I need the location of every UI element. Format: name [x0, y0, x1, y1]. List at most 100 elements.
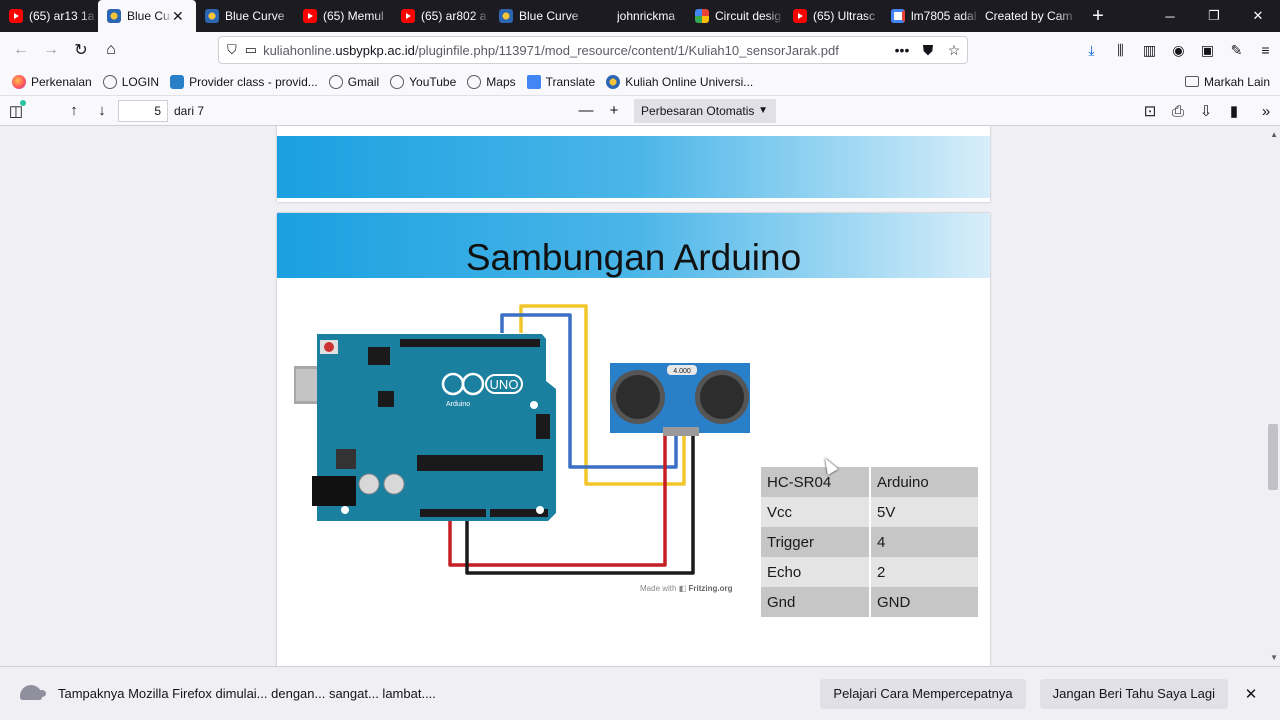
bookmark-item[interactable]: YouTube: [390, 74, 457, 89]
tools-chevron-icon[interactable]: »: [1252, 98, 1280, 124]
bookmark-label: LOGIN: [121, 74, 160, 89]
tab[interactable]: Blue Curve: [490, 0, 588, 32]
table-header-cell: HC-SR04: [761, 467, 871, 497]
bookmark-label: YouTube: [409, 74, 457, 89]
previous-page-icon[interactable]: ↑: [60, 98, 88, 124]
print-icon[interactable]: ⎙: [1164, 98, 1192, 124]
bookmark-icon[interactable]: ▮: [1220, 98, 1248, 124]
scroll-up-icon[interactable]: ▲: [1270, 130, 1278, 139]
tab[interactable]: Created by Cam: [980, 0, 1080, 32]
other-bookmarks[interactable]: Markah Lain: [1184, 74, 1270, 89]
tab[interactable]: (65) ar802 a: [392, 0, 490, 32]
fritzing-credit: Made with ◧ Fritzing.org: [640, 584, 733, 593]
transducer-left: [616, 375, 660, 419]
more-actions-icon[interactable]: •••: [889, 42, 915, 59]
new-tab-button[interactable]: +: [1080, 0, 1116, 32]
tab[interactable]: lm7805 adal: [882, 0, 980, 32]
turtle-icon: [16, 681, 46, 707]
bookmark-item[interactable]: Maps: [467, 74, 516, 89]
university-icon: [606, 74, 621, 89]
home-icon[interactable]: ⌂: [96, 35, 126, 65]
folder-icon: [1184, 76, 1199, 87]
table-cell: Gnd: [761, 587, 871, 617]
tab-active[interactable]: Blue Curve✕: [98, 0, 196, 32]
download-icon[interactable]: ⤓: [1077, 35, 1106, 65]
close-window-icon[interactable]: ✕: [1236, 0, 1280, 32]
save-icon[interactable]: ⇩: [1192, 98, 1220, 124]
tab[interactable]: Circuit desig: [686, 0, 784, 32]
shield-icon[interactable]: ⛉: [227, 42, 237, 58]
bookmark-label: Maps: [486, 74, 516, 89]
tab[interactable]: Blue Curve: [196, 0, 294, 32]
scroll-down-icon[interactable]: ▼: [1270, 653, 1278, 662]
chevron-down-icon: ▼: [758, 105, 769, 116]
digital-header-top: [400, 339, 540, 347]
tab[interactable]: (65) Memul: [294, 0, 392, 32]
dont-tell-again-button[interactable]: Jangan Beri Tahu Saya Lagi: [1039, 678, 1228, 709]
reload-icon[interactable]: ↻: [66, 35, 96, 65]
table-cell: Echo: [761, 557, 871, 587]
bookmark-item[interactable]: Translate: [526, 74, 595, 89]
globe-icon: [390, 74, 405, 89]
page-icon[interactable]: ▭: [245, 42, 257, 58]
slow-startup-notification: Tampaknya Mozilla Firefox dimulai... den…: [0, 666, 1280, 720]
power-header: [420, 509, 486, 517]
presentation-icon[interactable]: ⊡: [1136, 98, 1164, 124]
minimize-icon[interactable]: ─: [1148, 0, 1192, 32]
account-icon[interactable]: ◉: [1164, 35, 1193, 65]
firefox-icon: [12, 74, 26, 89]
tab-label: (65) ar802 a: [421, 9, 487, 23]
eyedropper-icon[interactable]: ✎: [1222, 35, 1251, 65]
tab-label: johnrickma: [617, 9, 676, 23]
sidebar-toggle-icon[interactable]: ◫: [2, 98, 30, 124]
tab[interactable]: (65) Ultrasc: [784, 0, 882, 32]
tab-label: Created by Cam: [985, 9, 1073, 23]
vertical-scrollbar[interactable]: ▲ ▼: [1266, 126, 1280, 666]
grid-app-icon: [695, 9, 709, 23]
fritzing-icon: ◧: [678, 584, 687, 593]
pocket-icon[interactable]: ⛊: [915, 42, 941, 59]
bookmark-item[interactable]: LOGIN: [102, 74, 160, 89]
close-notification-icon[interactable]: ✕: [1236, 685, 1266, 703]
bookmark-label: Provider class - provid...: [189, 74, 318, 89]
bookmark-item[interactable]: Provider class - provid...: [170, 74, 318, 89]
close-tab-icon[interactable]: ✕: [172, 8, 188, 25]
translate-icon: [526, 74, 541, 89]
hc-sr04-sensor: 4.000: [610, 363, 750, 436]
other-bookmarks-label: Markah Lain: [1203, 74, 1270, 89]
navigation-toolbar: ← → ↻ ⌂ ⛉ ▭ kuliahonline.usbypkp.ac.id/p…: [0, 32, 1280, 68]
google-icon: [891, 9, 905, 23]
pdf-page: Sambungan Arduino UNO Arduino 4.000 Made…: [277, 213, 990, 666]
credit-brand: Fritzing.org: [688, 584, 733, 593]
table-row: Gnd GND: [761, 587, 980, 617]
table-cell: GND: [870, 587, 980, 617]
page-number-input[interactable]: 5: [118, 99, 168, 122]
zoom-in-icon[interactable]: +: [600, 98, 628, 124]
url-bar[interactable]: ⛉ ▭ kuliahonline.usbypkp.ac.id/pluginfil…: [218, 36, 968, 64]
library-icon[interactable]: ⫼: [1106, 35, 1135, 65]
bookmark-star-icon[interactable]: ☆: [941, 42, 967, 59]
next-page-icon[interactable]: ↓: [88, 98, 116, 124]
bookmark-item[interactable]: Perkenalan: [12, 74, 92, 89]
zoom-out-icon[interactable]: —: [572, 98, 600, 124]
menu-icon[interactable]: ≡: [1251, 35, 1280, 65]
bookmark-item[interactable]: Kuliah Online Universi...: [606, 74, 753, 89]
pdf-viewer[interactable]: Sambungan Arduino UNO Arduino 4.000 Made…: [0, 126, 1280, 666]
url-text[interactable]: kuliahonline.usbypkp.ac.id/pluginfile.ph…: [263, 43, 839, 58]
learn-speedup-button[interactable]: Pelajari Cara Mempercepatnya: [820, 678, 1026, 709]
back-icon[interactable]: ←: [6, 35, 36, 65]
blank-icon: [597, 9, 611, 23]
tab-label: Blue Curve: [225, 9, 285, 23]
sidebar-icon[interactable]: ▥: [1135, 35, 1164, 65]
bookmark-item[interactable]: Gmail: [328, 74, 380, 89]
tab[interactable]: johnrickma: [588, 0, 686, 32]
restore-icon[interactable]: ❐: [1192, 0, 1236, 32]
bookmarks-toolbar: Perkenalan LOGIN Provider class - provid…: [0, 68, 1280, 96]
forward-icon[interactable]: →: [36, 35, 66, 65]
scrollbar-thumb[interactable]: [1268, 424, 1278, 490]
zoom-select[interactable]: Perbesaran Otomatis ▼: [634, 98, 777, 123]
slide-title: Sambungan Arduino: [465, 237, 802, 278]
tab[interactable]: (65) ar13 1a: [0, 0, 98, 32]
extension-icon[interactable]: ▣: [1193, 35, 1222, 65]
bookmark-label: Gmail: [347, 74, 380, 89]
